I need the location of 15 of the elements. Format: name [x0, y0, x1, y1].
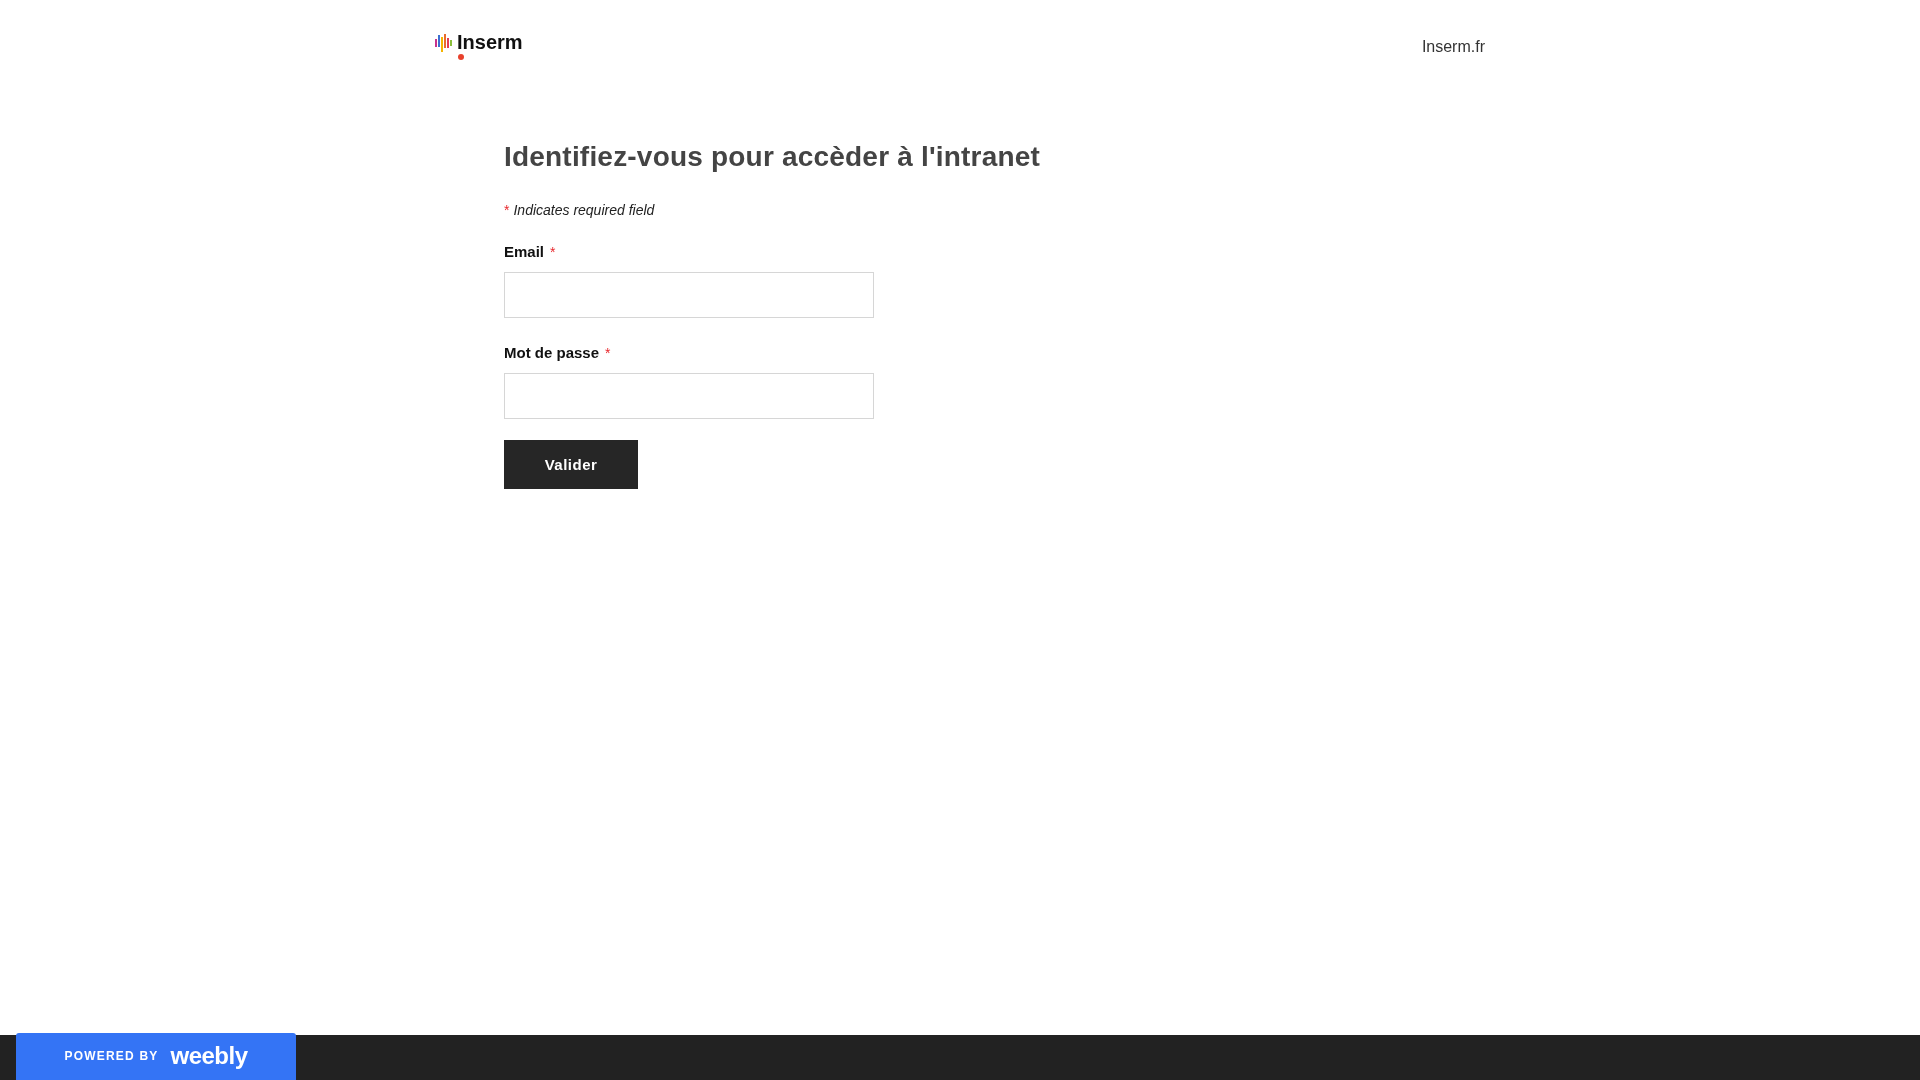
logo-text: Inserm: [457, 31, 523, 53]
site-link[interactable]: Inserm.fr: [1421, 37, 1485, 57]
page-title: Identifiez-vous pour accèder à l'intranet: [504, 140, 1042, 174]
field-label: Email: [504, 242, 545, 262]
submit-button[interactable]: Valider: [504, 440, 638, 489]
dot-icon: [458, 54, 464, 60]
required-note: Indicates required field: [513, 201, 655, 220]
field-label: Mot de passe: [504, 343, 600, 363]
powered-by-badge[interactable]: POWERED BY weebly: [16, 1033, 296, 1080]
required-mark: *: [504, 201, 510, 220]
required-mark: *: [550, 243, 556, 262]
input-field[interactable]: [504, 272, 874, 318]
bars-logo-icon: [435, 34, 452, 52]
input-field[interactable]: [504, 373, 874, 419]
required-mark: *: [605, 344, 611, 363]
